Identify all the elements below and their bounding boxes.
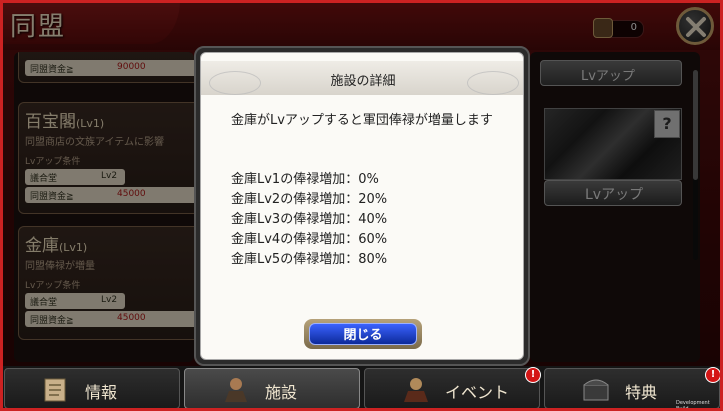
dialog-description: 金庫がLvアップすると軍団俸禄が増量します xyxy=(231,113,493,128)
facility-detail-dialog: 施設の詳細 金庫がLvアップすると軍団俸禄が増量します 金庫Lv1の俸禄増加：0… xyxy=(194,46,530,366)
general-icon xyxy=(225,378,247,402)
tab-info[interactable]: 情報 xyxy=(4,368,180,409)
bonus-item: 金庫Lv1の俸禄増加：0% xyxy=(231,172,379,187)
game-screen: 同盟 0 同盟資金≧ 90000 百宝閣(Lv1) 同盟商店の文族アイテムに影響… xyxy=(0,0,723,411)
tab-label: イベント xyxy=(445,383,510,402)
close-dialog-button-face[interactable]: 閉じる xyxy=(309,323,417,345)
dialog-header: 施設の詳細 xyxy=(201,61,523,95)
tab-label: 施設 xyxy=(265,383,298,402)
close-dialog-button[interactable]: 閉じる xyxy=(304,319,422,349)
bottom-tab-bar: 情報 施設 イベント ! 特典 ! xyxy=(0,366,723,411)
dialog-body: 施設の詳細 金庫がLvアップすると軍団俸禄が増量します 金庫Lv1の俸禄増加：0… xyxy=(200,52,524,360)
bonus-item: 金庫Lv5の俸禄増加：80% xyxy=(231,252,388,267)
warrior-icon xyxy=(404,378,428,402)
tab-events[interactable]: イベント ! xyxy=(364,367,541,409)
tab-label: 特典 xyxy=(625,383,658,402)
scroll-icon xyxy=(44,378,66,402)
dev-build-label: Development Build xyxy=(676,400,710,411)
tab-facilities[interactable]: 施設 xyxy=(184,368,360,409)
close-dialog-label: 閉じる xyxy=(343,328,383,343)
bonus-item: 金庫Lv2の俸禄増加：20% xyxy=(231,192,388,207)
notification-badge: ! xyxy=(705,367,721,383)
bonus-list: 金庫Lv1の俸禄増加：0% 金庫Lv2の俸禄増加：20% 金庫Lv3の俸禄増加：… xyxy=(231,170,387,270)
bonus-item: 金庫Lv3の俸禄増加：40% xyxy=(231,212,388,227)
dialog-title: 施設の詳細 xyxy=(330,74,396,89)
chest-icon xyxy=(583,379,609,401)
bonus-item: 金庫Lv4の俸禄増加：60% xyxy=(231,232,388,247)
tab-label: 情報 xyxy=(85,383,118,402)
notification-badge: ! xyxy=(525,367,541,383)
